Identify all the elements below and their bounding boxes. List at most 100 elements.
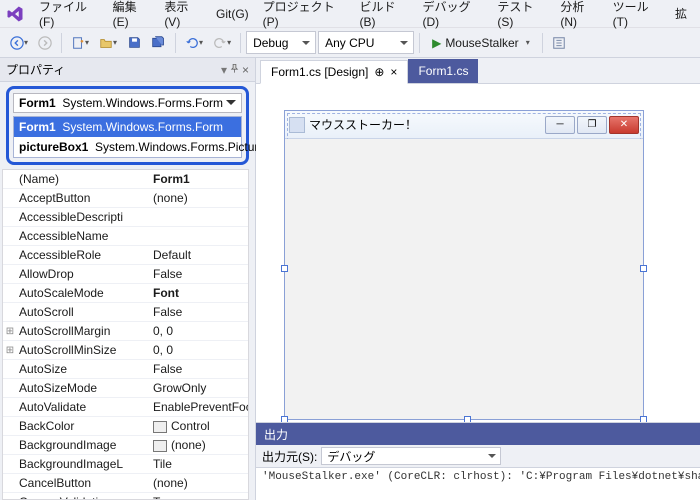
property-name: BackColor	[17, 419, 149, 433]
property-row[interactable]: AllowDropFalse	[3, 265, 248, 284]
expand-icon[interactable]: ⊞	[3, 345, 17, 356]
color-swatch-icon	[153, 421, 167, 433]
output-source-label: 出力元(S):	[262, 448, 317, 465]
property-name: CancelButton	[17, 476, 149, 490]
properties-title: プロパティ	[6, 61, 65, 78]
property-row[interactable]: AccessibleDescripti	[3, 208, 248, 227]
property-name: AccessibleName	[17, 229, 149, 243]
nav-back-button[interactable]: ▾	[6, 32, 32, 54]
object-selector[interactable]: Form1 System.Windows.Forms.Form Form1 Sy…	[6, 86, 249, 165]
new-file-button[interactable]: ▾	[67, 32, 93, 54]
menu-test[interactable]: テスト(S)	[490, 0, 553, 29]
output-toolbar: 出力元(S): デバッグ ▾ | ≣	[256, 445, 700, 467]
save-button[interactable]	[123, 32, 145, 54]
designer-surface[interactable]: マウスストーカー！ ─ ❐ ✕	[256, 84, 700, 422]
play-icon: ▶	[432, 36, 441, 50]
tab-pin-icon[interactable]: ⊕	[374, 65, 384, 79]
property-row[interactable]: AutoScaleModeFont	[3, 284, 248, 303]
menu-extensions[interactable]: 拡	[668, 5, 694, 22]
tab-code[interactable]: Form1.cs	[408, 59, 478, 83]
property-value[interactable]: (none)	[149, 438, 248, 452]
nav-fwd-button[interactable]	[34, 32, 56, 54]
toolbar-more-button[interactable]	[548, 32, 570, 54]
close-icon[interactable]: ✕	[609, 116, 639, 134]
menu-build[interactable]: ビルド(B)	[353, 0, 416, 29]
color-swatch-icon	[153, 440, 167, 452]
object-selector-list: Form1 System.Windows.Forms.Form pictureB…	[13, 116, 242, 158]
save-all-button[interactable]	[147, 32, 170, 54]
property-value[interactable]: False	[149, 362, 248, 376]
output-text[interactable]: 'MouseStalker.exe' (CoreCLR: clrhost): '…	[256, 467, 700, 500]
menu-tools[interactable]: ツール(T)	[606, 0, 668, 29]
document-tabs: Form1.cs [Design] ⊕ × Form1.cs	[256, 58, 700, 84]
property-row[interactable]: AcceptButton(none)	[3, 189, 248, 208]
property-value[interactable]: EnablePreventFocus	[149, 400, 248, 414]
property-row[interactable]: AccessibleName	[3, 227, 248, 246]
output-header: 出力	[256, 423, 700, 445]
property-value[interactable]: False	[149, 305, 248, 319]
output-source-dropdown[interactable]: デバッグ	[321, 447, 501, 465]
property-value[interactable]: True	[149, 495, 248, 500]
property-row[interactable]: BackColorControl	[3, 417, 248, 436]
redo-button[interactable]: ▾	[209, 32, 235, 54]
property-row[interactable]: ⊞AutoScrollMinSize0, 0	[3, 341, 248, 360]
expand-icon[interactable]: ⊞	[3, 326, 17, 337]
property-row[interactable]: AccessibleRoleDefault	[3, 246, 248, 265]
minimize-icon[interactable]: ─	[545, 116, 575, 134]
property-grid[interactable]: (Name)Form1AcceptButton(none) AccessibleD…	[2, 169, 249, 500]
property-row[interactable]: CancelButton(none)	[3, 474, 248, 493]
property-row[interactable]: AutoSizeModeGrowOnly	[3, 379, 248, 398]
tab-label: Form1.cs	[418, 64, 468, 78]
property-row[interactable]: BackgroundImageLTile	[3, 455, 248, 474]
menu-project[interactable]: プロジェクト(P)	[256, 0, 353, 29]
property-value[interactable]: False	[149, 267, 248, 281]
open-button[interactable]: ▾	[95, 32, 121, 54]
property-row[interactable]: BackgroundImage(none)	[3, 436, 248, 455]
property-value[interactable]: 0, 0	[149, 324, 248, 338]
menu-view[interactable]: 表示(V)	[157, 0, 209, 29]
property-value[interactable]: Tile	[149, 457, 248, 471]
property-row[interactable]: AutoSizeFalse	[3, 360, 248, 379]
menu-edit[interactable]: 編集(E)	[106, 0, 158, 29]
run-button[interactable]: ▶MouseStalker▾	[425, 32, 537, 54]
property-value[interactable]: 0, 0	[149, 343, 248, 357]
maximize-icon[interactable]: ❐	[577, 116, 607, 134]
panel-menu-icon[interactable]: ▾	[221, 63, 227, 77]
form-client-area[interactable]	[285, 139, 643, 419]
toolbar: ▾ ▾ ▾ ▾ ▾ Debug Any CPU ▶MouseStalker▾	[0, 28, 700, 58]
property-value[interactable]: GrowOnly	[149, 381, 248, 395]
config-dropdown[interactable]: Debug	[246, 31, 316, 54]
property-name: AllowDrop	[17, 267, 149, 281]
property-row[interactable]: AutoScrollFalse	[3, 303, 248, 322]
property-row[interactable]: AutoValidateEnablePreventFocus	[3, 398, 248, 417]
property-row[interactable]: ⊞AutoScrollMargin0, 0	[3, 322, 248, 341]
tab-design[interactable]: Form1.cs [Design] ⊕ ×	[260, 60, 408, 84]
property-value[interactable]: (none)	[149, 191, 248, 205]
pin-icon[interactable]	[229, 63, 240, 77]
property-row[interactable]: CausesValidationTrue	[3, 493, 248, 500]
menu-file[interactable]: ファイル(F)	[32, 0, 106, 29]
menu-debug[interactable]: デバッグ(D)	[416, 0, 491, 29]
form-window[interactable]: マウスストーカー！ ─ ❐ ✕	[284, 110, 644, 420]
undo-button[interactable]: ▾	[181, 32, 207, 54]
property-row[interactable]: (Name)Form1	[3, 170, 248, 189]
menu-bar: ファイル(F) 編集(E) 表示(V) Git(G) プロジェクト(P) ビルド…	[0, 0, 700, 28]
object-option-picturebox1[interactable]: pictureBox1 System.Windows.Forms.Picture…	[14, 137, 241, 157]
tab-close-icon[interactable]: ×	[390, 65, 397, 79]
property-value[interactable]: Form1	[149, 172, 248, 186]
property-value[interactable]: (none)	[149, 476, 248, 490]
platform-dropdown[interactable]: Any CPU	[318, 31, 414, 54]
object-selector-current[interactable]: Form1 System.Windows.Forms.Form	[13, 93, 242, 113]
menu-git[interactable]: Git(G)	[209, 7, 256, 21]
property-name: CausesValidation	[17, 495, 149, 500]
property-value[interactable]: Control	[149, 419, 248, 433]
close-panel-icon[interactable]: ×	[242, 63, 249, 77]
output-panel: 出力 出力元(S): デバッグ ▾ | ≣ 'MouseStalker.exe'…	[256, 422, 700, 500]
properties-header: プロパティ ▾ ×	[0, 58, 255, 82]
property-name: AutoScrollMargin	[17, 324, 149, 338]
menu-analyze[interactable]: 分析(N)	[553, 0, 605, 29]
property-name: AccessibleDescripti	[17, 210, 149, 224]
object-option-form1[interactable]: Form1 System.Windows.Forms.Form	[14, 117, 241, 137]
property-value[interactable]: Default	[149, 248, 248, 262]
property-value[interactable]: Font	[149, 286, 248, 300]
